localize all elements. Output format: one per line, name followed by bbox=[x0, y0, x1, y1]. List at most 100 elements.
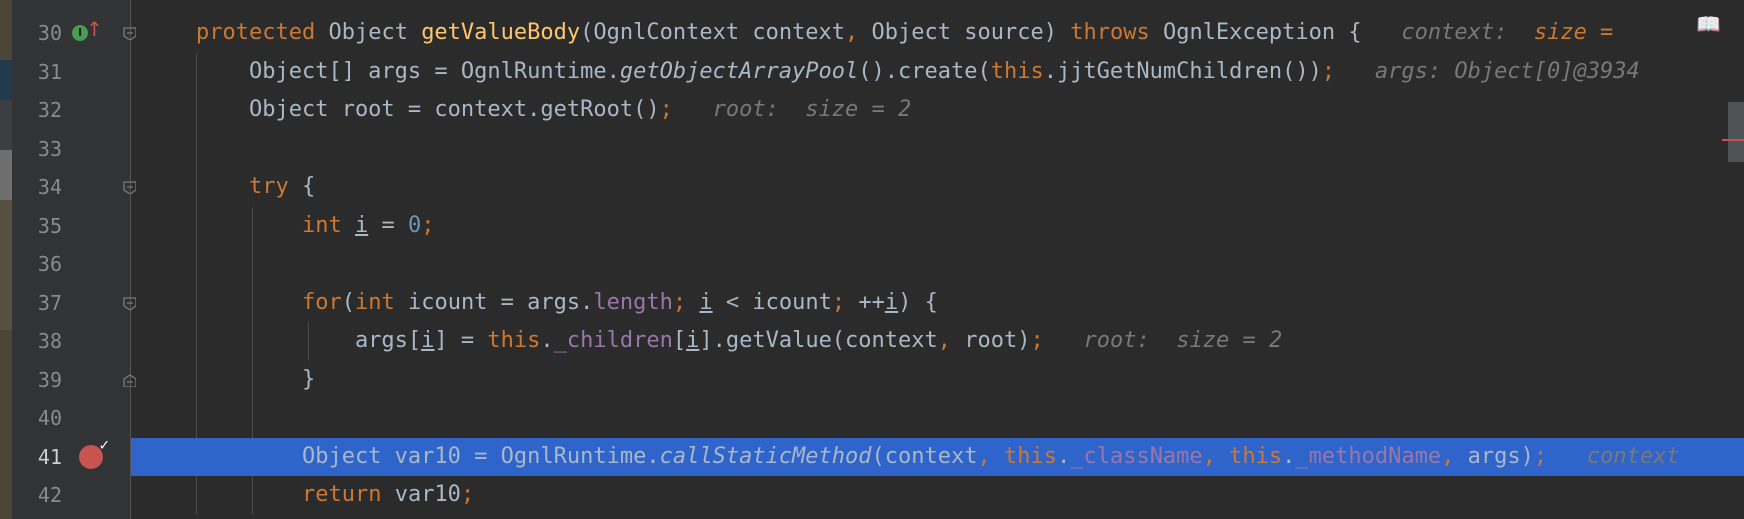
code-line[interactable]: } bbox=[196, 361, 315, 399]
code-token: this bbox=[487, 328, 541, 353]
line-number[interactable]: 40 bbox=[12, 399, 62, 437]
code-token: , bbox=[845, 20, 859, 45]
fold-icon[interactable] bbox=[122, 296, 136, 310]
code-line[interactable]: Object[] args = OgnlRuntime.getObjectArr… bbox=[196, 53, 1640, 91]
line-number[interactable]: 32 bbox=[12, 91, 62, 129]
error-stripe-marker[interactable] bbox=[1722, 139, 1744, 141]
inline-debug-hint: root: size = 2 bbox=[712, 97, 912, 122]
book-icon[interactable]: 📖 bbox=[1696, 12, 1721, 36]
code-token: ].getValue(context bbox=[699, 328, 938, 353]
code-token: Object bbox=[315, 20, 422, 45]
code-token: . bbox=[540, 328, 554, 353]
code-line[interactable]: try { bbox=[196, 168, 315, 206]
line-number[interactable]: 38 bbox=[12, 322, 62, 360]
code-token: ; bbox=[460, 482, 475, 507]
code-token: return bbox=[301, 482, 382, 507]
code-token: this bbox=[1003, 443, 1057, 469]
code-line[interactable]: args[i] = this._children[i].getValue(con… bbox=[196, 322, 1282, 360]
code-line[interactable]: for(int icount = args.length; i < icount… bbox=[196, 284, 938, 322]
code-token: , bbox=[977, 443, 991, 469]
line-number[interactable]: 35 bbox=[12, 207, 62, 245]
code-line[interactable]: protected Object getValueBody(OgnlContex… bbox=[196, 14, 1627, 52]
line-number[interactable]: 37 bbox=[12, 284, 62, 322]
line-number[interactable]: 39 bbox=[12, 361, 62, 399]
inline-debug-hint: root: size = 2 bbox=[1083, 328, 1283, 353]
line-number[interactable]: 41 bbox=[12, 438, 62, 476]
code-token: . bbox=[1056, 443, 1071, 469]
code-token: ; bbox=[672, 289, 687, 315]
code-token: OgnlException { bbox=[1149, 20, 1402, 45]
code-token: this bbox=[1229, 443, 1283, 469]
code-token: getValueBody bbox=[421, 20, 581, 45]
code-token: length bbox=[593, 289, 673, 315]
code-token: args) bbox=[1454, 443, 1534, 469]
code-token: root) bbox=[951, 328, 1031, 353]
fold-icon[interactable] bbox=[122, 26, 136, 40]
code-token: throws bbox=[1070, 20, 1150, 45]
code-token: _methodName bbox=[1295, 443, 1442, 469]
code-token: i bbox=[699, 289, 713, 315]
inline-debug-hint: context: bbox=[1401, 20, 1534, 45]
inline-debug-hint: args: Object[0]@3934 bbox=[1374, 58, 1640, 84]
fold-icon[interactable] bbox=[122, 180, 136, 194]
code-token: getObjectArrayPool bbox=[619, 58, 859, 84]
inline-debug-hint: size = bbox=[1533, 20, 1627, 45]
code-line[interactable]: return var10; bbox=[196, 476, 474, 514]
code-token: _children bbox=[553, 328, 673, 353]
code-token: ; bbox=[831, 289, 846, 315]
breakpoint-icon[interactable]: ✓ bbox=[79, 436, 109, 469]
fold-end-icon[interactable] bbox=[122, 373, 136, 387]
line-number[interactable]: 31 bbox=[12, 53, 62, 91]
line-number[interactable]: 42 bbox=[12, 476, 62, 514]
code-token: , bbox=[1441, 443, 1455, 469]
code-token: args[ bbox=[196, 328, 422, 353]
code-token: ; bbox=[1533, 443, 1548, 469]
code-token: var10 bbox=[381, 482, 461, 507]
line-number[interactable]: 33 bbox=[12, 130, 62, 168]
code-token: 0 bbox=[407, 212, 422, 238]
code-token: for bbox=[301, 289, 342, 315]
code-token: i bbox=[884, 289, 899, 315]
code-token: try bbox=[248, 174, 289, 199]
code-token: } bbox=[196, 366, 316, 392]
left-tool-strip bbox=[0, 0, 12, 519]
code-token: Object root = context.getRoot() bbox=[196, 97, 660, 122]
code-token: (context bbox=[871, 443, 978, 469]
code-line[interactable]: Object var10 = OgnlRuntime.callStaticMet… bbox=[196, 438, 1680, 476]
code-line[interactable]: int i = 0; bbox=[196, 207, 435, 245]
line-number[interactable]: 34 bbox=[12, 168, 62, 206]
code-token: _className bbox=[1070, 443, 1203, 469]
line-number[interactable]: 30 bbox=[12, 14, 62, 52]
code-token: i bbox=[354, 212, 369, 238]
code-token: int bbox=[301, 212, 342, 238]
code-token: callStaticMethod bbox=[659, 443, 872, 469]
code-token: int bbox=[354, 289, 395, 315]
code-token: .jjtGetNumChildren()) bbox=[1043, 58, 1322, 84]
code-line[interactable]: Object root = context.getRoot(); root: s… bbox=[196, 91, 911, 129]
code-token: ; bbox=[421, 212, 435, 238]
code-token: Object[] args = OgnlRuntime. bbox=[196, 58, 620, 84]
code-token: < icount bbox=[712, 289, 832, 315]
line-number[interactable]: 36 bbox=[12, 245, 62, 283]
code-token: ; bbox=[659, 97, 673, 122]
code-token: , bbox=[1202, 443, 1216, 469]
code-token: { bbox=[288, 174, 316, 199]
code-token: , bbox=[937, 328, 952, 353]
code-token: ] = bbox=[434, 328, 488, 353]
vertical-scrollbar-thumb[interactable] bbox=[1728, 102, 1744, 162]
code-token: . bbox=[1282, 443, 1296, 469]
code-token: Object var10 = OgnlRuntime. bbox=[196, 443, 660, 469]
code-token: (OgnlContext context bbox=[580, 20, 846, 45]
code-token: i bbox=[421, 328, 435, 353]
code-token: ( bbox=[341, 289, 355, 315]
